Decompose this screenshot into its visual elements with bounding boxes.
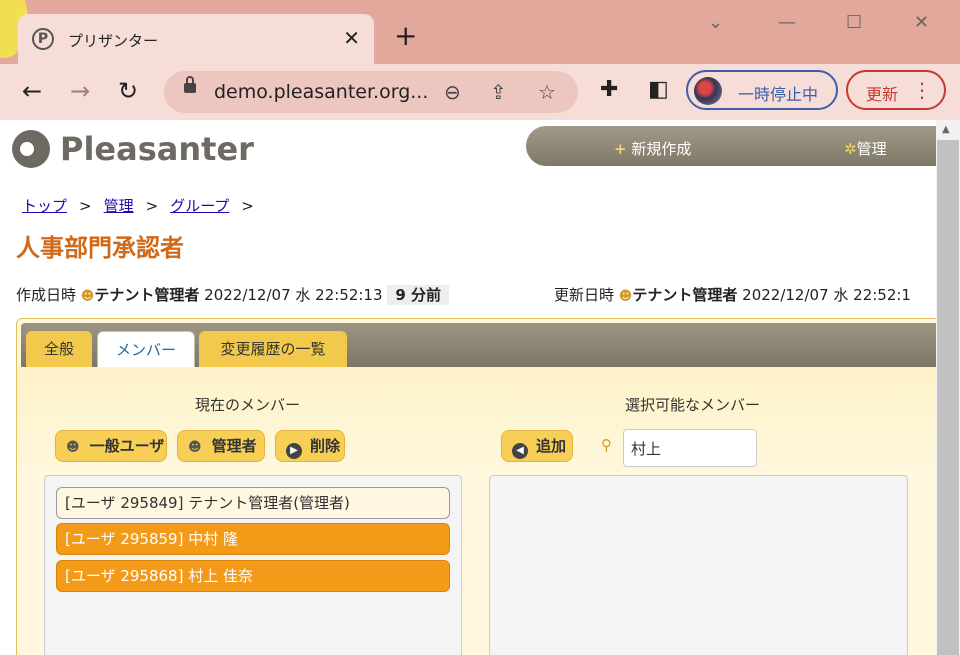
members-pane: 現在のメンバー 選択可能なメンバー ☻ 一般ユーザ ☻ 管理者 ▶ 削除 ◀ 追加 ⚲ … [17, 367, 936, 655]
browser-tab[interactable]: P プリザンター ✕ [18, 14, 374, 64]
search-icon: ⚲ [601, 436, 612, 454]
profile-status: 一時停止中 [738, 85, 819, 104]
scroll-up-icon[interactable]: ▲ [942, 124, 950, 135]
page-scrollbar[interactable]: ▲ [936, 120, 960, 655]
maximize-icon[interactable]: ☐ [846, 12, 862, 33]
breadcrumb-top[interactable]: トップ [22, 197, 67, 215]
new-item-label: 新規作成 [631, 140, 692, 158]
top-navigation: + 新規作成 ✲管理 [526, 126, 936, 166]
user-icon: ☻ [80, 289, 95, 304]
user-icon: ☻ [618, 289, 633, 304]
add-button[interactable]: ◀ 追加 [501, 430, 573, 462]
update-label: 更新 [866, 85, 899, 104]
created-user[interactable]: テナント管理者 [94, 286, 199, 304]
new-tab-button[interactable]: + [394, 22, 417, 50]
favicon-icon: P [32, 28, 54, 50]
back-icon[interactable]: ← [22, 78, 42, 104]
bookmark-star-icon[interactable]: ☆ [538, 80, 556, 104]
current-members-list[interactable]: [ユーザ 295849] テナント管理者(管理者) [ユーザ 295859] 中… [44, 475, 462, 655]
breadcrumb-group[interactable]: グループ [170, 197, 229, 215]
breadcrumb-admin[interactable]: 管理 [104, 197, 134, 215]
zoom-icon[interactable]: ⊖ [444, 80, 461, 104]
avatar [694, 77, 722, 105]
created-ago: 9 分前 [387, 285, 449, 305]
menu-dots-icon[interactable]: ⋮ [912, 78, 932, 102]
admin-button-label: 管理者 [211, 437, 257, 455]
breadcrumb: トップ > 管理 > グループ > [22, 195, 266, 216]
updated-label: 更新日時 [554, 286, 615, 304]
created-at: 2022/12/07 水 22:52:13 [204, 286, 383, 304]
member-search-input[interactable] [623, 429, 757, 467]
browser-toolbar: ← → ↻ demo.pleasanter.org... ⊖ ⇪ ☆ ✚ ◧ 一… [0, 64, 960, 120]
share-icon[interactable]: ⇪ [490, 80, 507, 104]
logo-icon [12, 130, 50, 168]
lock-icon [184, 76, 196, 93]
breadcrumb-separator: > [241, 197, 254, 215]
address-bar[interactable]: demo.pleasanter.org... ⊖ ⇪ ☆ [164, 71, 578, 113]
plus-icon: + [614, 140, 627, 158]
editor-panel: 全般 メンバー 変更履歴の一覧 現在のメンバー 選択可能なメンバー ☻ 一般ユーザ… [16, 318, 936, 655]
updated-info: 更新日時 ☻テナント管理者 2022/12/07 水 22:52:1 [554, 284, 911, 305]
back-arrow-icon: ◀ [512, 443, 528, 459]
tab-bar: 全般 メンバー 変更履歴の一覧 [21, 323, 936, 367]
tab-history[interactable]: 変更履歴の一覧 [199, 331, 347, 367]
site-logo[interactable]: Pleasanter [60, 130, 254, 168]
updated-user[interactable]: テナント管理者 [632, 286, 737, 304]
breadcrumb-separator: > [79, 197, 92, 215]
window-close-icon[interactable]: ✕ [914, 12, 929, 33]
update-button[interactable]: 更新 ⋮ [846, 70, 946, 110]
admin-label: 管理 [856, 140, 887, 158]
created-label: 作成日時 [16, 286, 77, 304]
reload-icon[interactable]: ↻ [118, 78, 138, 104]
side-panel-icon[interactable]: ◧ [648, 77, 669, 102]
add-label: 追加 [536, 437, 567, 455]
play-icon: ▶ [286, 443, 302, 459]
user-icon: ☻ [188, 440, 202, 455]
browser-titlebar: P プリザンター ✕ + ⌄ — ☐ ✕ [0, 0, 960, 64]
url-text: demo.pleasanter.org... [214, 81, 429, 103]
admin-menu[interactable]: ✲管理 [844, 138, 887, 159]
list-item[interactable]: [ユーザ 295849] テナント管理者(管理者) [56, 487, 450, 519]
available-members-title: 選択可能なメンバー [625, 396, 761, 414]
extensions-icon[interactable]: ✚ [600, 77, 618, 102]
gear-icon: ✲ [844, 140, 857, 158]
current-members-title: 現在のメンバー [195, 396, 301, 414]
created-info: 作成日時 ☻テナント管理者 2022/12/07 水 22:52:13 9 分前 [16, 284, 449, 305]
new-item-link[interactable]: + 新規作成 [614, 138, 691, 159]
list-item[interactable]: [ユーザ 295868] 村上 佳奈 [56, 560, 450, 592]
available-members-list[interactable] [489, 475, 908, 655]
delete-label: 削除 [310, 437, 341, 455]
page-content: Pleasanter + 新規作成 ✲管理 トップ > 管理 > グループ > 人事部門承… [0, 120, 936, 655]
tab-search-icon[interactable]: ⌄ [708, 12, 723, 33]
admin-button[interactable]: ☻ 管理者 [177, 430, 265, 462]
tab-members[interactable]: メンバー [97, 331, 195, 367]
tab-close-icon[interactable]: ✕ [343, 26, 360, 50]
forward-icon[interactable]: → [70, 78, 90, 104]
general-user-button[interactable]: ☻ 一般ユーザ [55, 430, 167, 462]
general-user-label: 一般ユーザ [89, 437, 165, 455]
tab-title: プリザンター [68, 32, 159, 50]
list-item[interactable]: [ユーザ 295859] 中村 隆 [56, 523, 450, 555]
updated-at: 2022/12/07 水 22:52:1 [742, 286, 911, 304]
breadcrumb-separator: > [145, 197, 159, 215]
tab-general[interactable]: 全般 [26, 331, 92, 367]
minimize-icon[interactable]: — [778, 12, 796, 33]
user-icon: ☻ [66, 440, 80, 455]
profile-button[interactable]: 一時停止中 [686, 70, 838, 110]
delete-button[interactable]: ▶ 削除 [275, 430, 345, 462]
page-title: 人事部門承認者 [16, 234, 184, 262]
scroll-thumb[interactable] [937, 140, 959, 655]
